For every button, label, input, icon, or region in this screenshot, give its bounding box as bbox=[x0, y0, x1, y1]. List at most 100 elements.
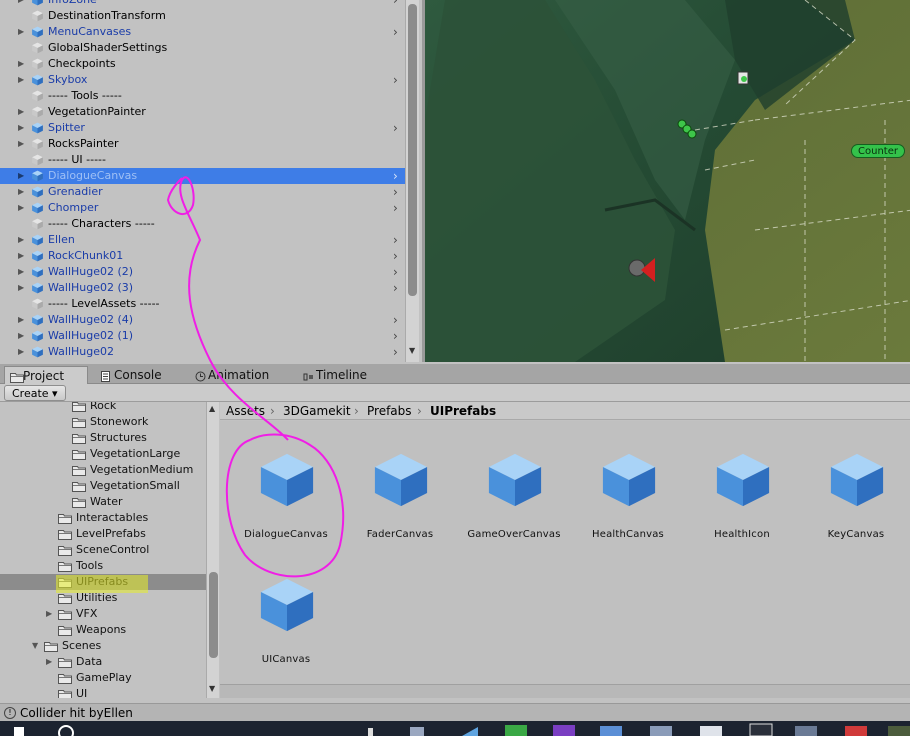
asset-tile[interactable]: HealthCanvas bbox=[572, 421, 684, 540]
hierarchy-scroll-thumb[interactable] bbox=[408, 4, 417, 296]
chevron-right-icon[interactable]: › bbox=[393, 184, 398, 200]
hierarchy-item[interactable]: ▶ Spitter › bbox=[0, 120, 405, 136]
create-button[interactable]: Create ▾ bbox=[4, 385, 66, 401]
hierarchy-item[interactable]: ▶ Chomper › bbox=[0, 200, 405, 216]
hierarchy-item[interactable]: ▶ Checkpoints bbox=[0, 56, 405, 72]
hierarchy-item[interactable]: ▶ WallHuge02 (2) › bbox=[0, 264, 405, 280]
expand-arrow-icon[interactable]: ▶ bbox=[18, 0, 28, 8]
chevron-right-icon[interactable]: › bbox=[393, 168, 398, 184]
chevron-right-icon[interactable]: › bbox=[393, 0, 398, 8]
expand-arrow-icon[interactable]: ▶ bbox=[46, 606, 52, 622]
asset-tile[interactable]: GameOverCanvas bbox=[458, 421, 570, 540]
hierarchy-item[interactable]: ▶ WallHuge02 › bbox=[0, 344, 405, 360]
tree-scrollbar[interactable]: ▲ ▼ bbox=[206, 402, 219, 698]
chevron-right-icon[interactable]: › bbox=[393, 232, 398, 248]
expand-arrow-icon[interactable]: ▶ bbox=[18, 104, 28, 120]
folder-tree-item[interactable]: LevelPrefabs bbox=[0, 526, 206, 542]
tab-console[interactable]: Console bbox=[96, 366, 182, 384]
expand-arrow-icon[interactable]: ▶ bbox=[18, 232, 28, 248]
chevron-right-icon[interactable]: › bbox=[393, 264, 398, 280]
folder-tree-item[interactable]: ▶ Data bbox=[0, 654, 206, 670]
folder-tree-item[interactable]: SceneControl bbox=[0, 542, 206, 558]
expand-arrow-icon[interactable]: ▶ bbox=[18, 248, 28, 264]
chevron-right-icon[interactable]: › bbox=[393, 344, 398, 360]
expand-arrow-icon[interactable]: ▶ bbox=[18, 200, 28, 216]
folder-tree-item[interactable]: VegetationLarge bbox=[0, 446, 206, 462]
expand-arrow-icon[interactable]: ▶ bbox=[18, 328, 28, 344]
chevron-right-icon[interactable]: › bbox=[393, 280, 398, 296]
folder-tree-item[interactable]: Water bbox=[0, 494, 206, 510]
hierarchy-item[interactable]: ▶ WallHuge02 (3) › bbox=[0, 280, 405, 296]
hierarchy-item[interactable]: ▶ InfoZone › bbox=[0, 0, 405, 8]
hierarchy-item[interactable]: ▶ RocksPainter bbox=[0, 136, 405, 152]
folder-tree-item[interactable]: UIPrefabs bbox=[0, 574, 206, 590]
hierarchy-item[interactable]: ----- UI ----- bbox=[0, 152, 405, 168]
hierarchy-item[interactable]: ▶ Ellen › bbox=[0, 232, 405, 248]
breadcrumb-item[interactable]: 3DGamekit bbox=[283, 402, 351, 420]
folder-tree-item[interactable]: ▼ Scenes bbox=[0, 638, 206, 654]
chevron-right-icon[interactable]: › bbox=[393, 120, 398, 136]
counter-label[interactable]: Counter bbox=[851, 144, 905, 158]
hierarchy-item[interactable]: ----- Characters ----- bbox=[0, 216, 405, 232]
asset-tile[interactable]: FaderCanvas bbox=[344, 421, 456, 540]
chevron-right-icon[interactable]: › bbox=[393, 72, 398, 88]
expand-arrow-icon[interactable]: ▶ bbox=[18, 56, 28, 72]
tree-scroll-thumb[interactable] bbox=[209, 572, 218, 658]
breadcrumb-item[interactable]: Assets bbox=[226, 402, 265, 420]
folder-tree-item[interactable]: VegetationSmall bbox=[0, 478, 206, 494]
asset-tile[interactable]: UICanvas bbox=[230, 546, 342, 665]
hierarchy-item[interactable]: ----- Tools ----- bbox=[0, 88, 405, 104]
chevron-right-icon[interactable]: › bbox=[393, 248, 398, 264]
scene-view[interactable]: Counter bbox=[422, 0, 910, 362]
expand-arrow-icon[interactable]: ▶ bbox=[18, 344, 28, 360]
expand-arrow-icon[interactable]: ▶ bbox=[18, 72, 28, 88]
hierarchy-item[interactable]: ▶ RockChunk01 › bbox=[0, 248, 405, 264]
chevron-right-icon[interactable]: › bbox=[393, 24, 398, 40]
folder-tree-item[interactable]: ▶ VFX bbox=[0, 606, 206, 622]
hierarchy-item[interactable]: ▶ DialogueCanvas › bbox=[0, 168, 405, 184]
expand-arrow-icon[interactable]: ▶ bbox=[18, 280, 28, 296]
asset-tile[interactable]: KeyCanvas bbox=[800, 421, 910, 540]
collapse-arrow-icon[interactable]: ▼ bbox=[32, 638, 38, 654]
hierarchy-item[interactable]: GlobalShaderSettings bbox=[0, 40, 405, 56]
tab-timeline[interactable]: Timeline bbox=[298, 366, 378, 384]
expand-arrow-icon[interactable]: ▶ bbox=[18, 168, 28, 184]
scroll-down-arrow-icon[interactable]: ▼ bbox=[209, 684, 215, 693]
hierarchy-item[interactable]: ▶ Skybox › bbox=[0, 72, 405, 88]
scroll-up-arrow-icon[interactable]: ▲ bbox=[209, 404, 215, 413]
tab-animation[interactable]: Animation bbox=[190, 366, 290, 384]
hierarchy-item[interactable]: ▶ Grenadier › bbox=[0, 184, 405, 200]
chevron-right-icon[interactable]: › bbox=[393, 328, 398, 344]
chevron-right-icon[interactable]: › bbox=[393, 312, 398, 328]
chevron-right-icon[interactable]: › bbox=[393, 200, 398, 216]
expand-arrow-icon[interactable]: ▶ bbox=[18, 312, 28, 328]
folder-tree-item[interactable]: GamePlay bbox=[0, 670, 206, 686]
expand-arrow-icon[interactable]: ▶ bbox=[18, 184, 28, 200]
scroll-down-arrow-icon[interactable]: ▼ bbox=[409, 346, 415, 355]
breadcrumb-item[interactable]: UIPrefabs bbox=[430, 402, 496, 420]
folder-tree-item[interactable]: Weapons bbox=[0, 622, 206, 638]
folder-tree-item[interactable]: Tools bbox=[0, 558, 206, 574]
expand-arrow-icon[interactable]: ▶ bbox=[18, 136, 28, 152]
expand-arrow-icon[interactable]: ▶ bbox=[46, 654, 52, 670]
expand-arrow-icon[interactable]: ▶ bbox=[18, 264, 28, 280]
status-message[interactable]: Collider hit byEllen bbox=[20, 704, 133, 722]
folder-tree-item[interactable]: Structures bbox=[0, 430, 206, 446]
hierarchy-item[interactable]: ▶ VegetationPainter bbox=[0, 104, 405, 120]
expand-arrow-icon[interactable]: ▶ bbox=[18, 24, 28, 40]
tab-project[interactable]: Project bbox=[4, 366, 88, 384]
folder-tree-item[interactable]: Utilities bbox=[0, 590, 206, 606]
hierarchy-item[interactable]: ▶ WallHuge02 (1) › bbox=[0, 328, 405, 344]
hierarchy-item[interactable]: ▶ WallHuge02 (4) › bbox=[0, 312, 405, 328]
asset-tile[interactable]: DialogueCanvas bbox=[230, 421, 342, 540]
folder-tree-item[interactable]: UI bbox=[0, 686, 206, 698]
hierarchy-item[interactable]: ----- LevelAssets ----- bbox=[0, 296, 405, 312]
folder-tree-item[interactable]: Stonework bbox=[0, 414, 206, 430]
hierarchy-scrollbar[interactable]: ▼ bbox=[405, 0, 419, 362]
folder-tree-item[interactable]: Rock bbox=[0, 402, 206, 414]
breadcrumb-item[interactable]: Prefabs bbox=[367, 402, 412, 420]
folder-tree-item[interactable]: VegetationMedium bbox=[0, 462, 206, 478]
hierarchy-item[interactable]: DestinationTransform bbox=[0, 8, 405, 24]
hierarchy-item[interactable]: ▶ MenuCanvases › bbox=[0, 24, 405, 40]
asset-tile[interactable]: HealthIcon bbox=[686, 421, 798, 540]
